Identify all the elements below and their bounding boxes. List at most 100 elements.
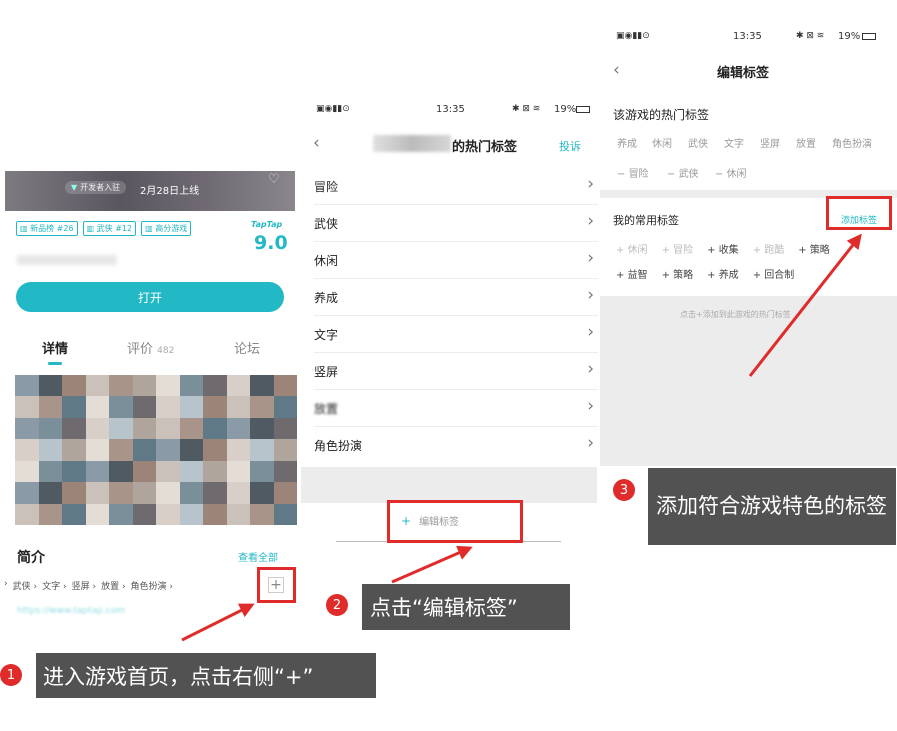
mosaic-cell [62, 482, 86, 504]
mosaic-cell [179, 482, 203, 504]
game-tag[interactable]: 武侠 › [13, 579, 37, 592]
mosaic-cell [226, 460, 250, 483]
chevron-right-icon: › [587, 322, 594, 342]
blurred-game-name [373, 135, 451, 152]
hot-tag-row[interactable]: 放置 › [314, 390, 598, 427]
game-screenshot[interactable] [15, 375, 297, 525]
see-all-link[interactable]: 查看全部 [238, 549, 278, 564]
plus-icon: + [707, 245, 719, 256]
my-tag[interactable]: + 跑酷 [753, 241, 785, 256]
active-tab-indicator [48, 362, 62, 365]
hot-tag-removable[interactable]: − 武侠 [667, 165, 699, 180]
minus-icon: − [715, 169, 727, 180]
mosaic-cell [109, 439, 133, 461]
mosaic-cell [203, 503, 227, 525]
tag-high-score[interactable]: ▥ 高分游戏 [141, 221, 192, 236]
my-tag[interactable]: + 收集 [707, 241, 739, 256]
highlight-plus [257, 567, 296, 603]
gray-footer-area [301, 467, 597, 503]
hot-tag[interactable]: 武侠 [688, 135, 708, 150]
hot-tag-row[interactable]: 武侠 › [314, 205, 598, 242]
mosaic-cell [156, 503, 180, 525]
chart-icon: ▥ [145, 224, 156, 233]
tag-wuxia[interactable]: ▥ 武侠 #12 [82, 221, 137, 236]
mosaic-cell [62, 396, 86, 418]
hot-tag-removable[interactable]: − 冒险 [617, 165, 649, 180]
hot-tag[interactable]: 放置 [796, 135, 816, 150]
mosaic-cell [62, 439, 86, 461]
hot-tag-row[interactable]: 休闲 › [314, 242, 598, 279]
hot-tag[interactable]: 角色扮演 [832, 135, 872, 150]
mosaic-cell [15, 482, 39, 504]
mosaic-cell [156, 417, 180, 440]
my-tags-row-1: + 休闲 + 冒险 + 收集 + 跑酷 + 策略 [616, 241, 830, 256]
my-tag[interactable]: + 策略 [662, 266, 694, 281]
mosaic-cell [273, 439, 297, 461]
back-icon[interactable]: ‹ [313, 133, 320, 153]
my-tag[interactable]: + 休闲 [616, 241, 648, 256]
mosaic-cell [273, 460, 297, 483]
page-title: 的热门标签 [452, 140, 518, 155]
hot-tag-row[interactable]: 冒险 › [314, 168, 598, 205]
status-bar: ▣◉▮▮⊙ 13:35 ✱ ⊠ ≋ 19% [616, 31, 886, 42]
mosaic-cell [109, 460, 133, 483]
hot-tag-removable[interactable]: − 休闲 [715, 165, 747, 180]
hot-tag[interactable]: 休闲 [652, 135, 672, 150]
mosaic-cell [250, 482, 274, 504]
mosaic-cell [273, 396, 297, 418]
mosaic-cell [250, 417, 274, 440]
battery-icon [576, 105, 590, 113]
mosaic-cell [226, 482, 250, 504]
heart-icon[interactable]: ♡ [268, 172, 280, 187]
mosaic-cell [226, 396, 250, 418]
hot-tag-list: 冒险 › 武侠 › 休闲 › 养成 › 文字 › 竖屏 › 放置 › 角色扮演 › [314, 168, 598, 468]
game-tag[interactable]: 放置 › [101, 579, 125, 592]
empty-hint-area: 点击+添加到此游戏的热门标签 [600, 296, 897, 466]
hot-tag[interactable]: 养成 [617, 135, 637, 150]
tab-forum[interactable]: 论坛 [234, 338, 260, 357]
mosaic-cell [85, 439, 109, 461]
my-tag[interactable]: + 策略 [798, 241, 830, 256]
game-tag[interactable]: 竖屏 › [72, 579, 96, 592]
hot-tag[interactable]: 竖屏 [760, 135, 780, 150]
hot-tag-row[interactable]: 角色扮演 › [314, 427, 598, 464]
mosaic-cell [179, 396, 203, 418]
game-tag[interactable]: 文字 › [42, 579, 66, 592]
tab-details[interactable]: 详情 [42, 338, 68, 365]
hot-tag-row[interactable]: 养成 › [314, 279, 598, 316]
mosaic-cell [15, 417, 39, 440]
mosaic-cell [85, 503, 109, 525]
mosaic-cell [226, 375, 250, 397]
my-tag[interactable]: + 回合制 [753, 266, 795, 281]
mosaic-cell [156, 460, 180, 483]
open-button[interactable]: 打开 [16, 282, 284, 312]
tab-reviews[interactable]: 评价 482 [127, 338, 174, 357]
mosaic-cell [250, 439, 274, 461]
my-tag[interactable]: + 冒险 [662, 241, 694, 256]
hot-tag[interactable]: 文字 [724, 135, 744, 150]
back-icon[interactable]: ‹ [613, 60, 620, 80]
hot-tag-row[interactable]: 文字 › [314, 316, 598, 353]
mosaic-cell [179, 375, 203, 397]
mosaic-cell [132, 482, 156, 504]
game-tag[interactable]: 角色扮演 › [131, 579, 173, 592]
mosaic-cell [38, 396, 62, 418]
my-tag[interactable]: + 益智 [616, 266, 648, 281]
report-link[interactable]: 投诉 [559, 138, 581, 154]
highlight-add-tag [826, 196, 892, 230]
tag-new-chart[interactable]: ▥ 新品榜 #26 [16, 221, 78, 236]
status-icons: ▣◉▮▮⊙ [316, 104, 350, 114]
battery-icon [862, 32, 876, 40]
website-url[interactable]: https://www.taptap.com [17, 606, 125, 616]
taptap-logo: TapTap [251, 220, 283, 229]
mosaic-cell [203, 396, 227, 418]
mosaic-cell [132, 396, 156, 418]
plus-icon: + [661, 245, 674, 256]
minus-icon: − [617, 169, 629, 180]
mosaic-cell [273, 503, 297, 525]
my-tag[interactable]: + 养成 [707, 266, 739, 281]
chevron-right-icon: › [587, 396, 594, 416]
launch-date: 2月28日上线 [140, 186, 200, 197]
hot-tag-row[interactable]: 竖屏 › [314, 353, 598, 390]
mosaic-cell [15, 503, 39, 525]
